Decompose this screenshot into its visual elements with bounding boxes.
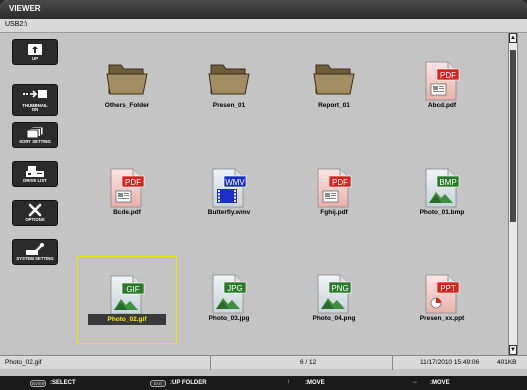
file-name-label: Others_Folder: [104, 102, 150, 109]
file-name-label: Photo_03.jpg: [208, 315, 250, 322]
svg-text:PDF: PDF: [125, 178, 141, 187]
vertical-scrollbar[interactable]: ▲ ▼: [508, 33, 518, 355]
title-bar: VIEWER: [0, 0, 527, 19]
file-name-label: Presen_01: [212, 102, 246, 109]
folder-icon: [207, 61, 251, 102]
file-name-label: Presen_xx.ppt: [419, 315, 465, 322]
svg-text:WMV: WMV: [225, 178, 245, 187]
help-bar: ENTER :SELECT EXIT :UP FOLDER ↕ :MOVE ↔ …: [0, 376, 527, 390]
file-item[interactable]: BMP Photo_01.bmp: [392, 150, 492, 238]
main-area: UP THUMBNAIL ON SORT SETTING DRIVE LIST OPTI…: [0, 33, 527, 355]
file-name-label: Butterfly.wmv: [207, 209, 251, 216]
sidebar-system-label: SYSTEM SETTING: [16, 256, 54, 262]
system-wrench-icon: [13, 242, 57, 255]
sidebar-drive-label: DRIVE LIST: [23, 178, 47, 184]
svg-text:PDF: PDF: [332, 178, 348, 187]
sort-stack-icon: [13, 126, 57, 138]
svg-text:PNG: PNG: [331, 284, 348, 293]
wmv-file-icon: WMV: [211, 168, 247, 213]
png-file-icon: PNG: [316, 274, 352, 319]
file-item[interactable]: GIF Photo_02.gif: [77, 256, 177, 344]
sidebar-system-button[interactable]: SYSTEM SETTING: [12, 239, 58, 265]
sidebar-sort-label: SORT SETTING: [19, 139, 51, 145]
pdf-file-icon: PDF: [316, 168, 352, 213]
sidebar-thumbnail-label: THUMBNAIL ON: [22, 102, 48, 113]
file-name-label: Abcd.pdf: [427, 102, 457, 109]
file-name-label: Fghij.pdf: [320, 209, 348, 216]
svg-text:PDF: PDF: [440, 71, 456, 80]
file-name-label: Photo_02.gif: [88, 314, 166, 325]
file-item[interactable]: WMV Butterfly.wmv: [179, 150, 279, 238]
folder-item[interactable]: Report_01: [284, 43, 384, 131]
sidebar-thumbnail-button[interactable]: THUMBNAIL ON: [12, 84, 58, 116]
svg-text:BMP: BMP: [439, 178, 456, 187]
updown-arrow-icon: ↕: [287, 379, 290, 385]
path-bar: USB2:\: [0, 19, 527, 33]
sidebar-sort-button[interactable]: SORT SETTING: [12, 122, 58, 148]
up-folder-icon: [13, 43, 57, 55]
enter-key-icon: ENTER: [30, 380, 46, 387]
leftright-arrow-icon: ↔: [412, 379, 418, 385]
folder-icon: [312, 61, 356, 102]
scroll-down-button[interactable]: ▼: [509, 345, 517, 355]
help-up-folder-text: :UP FOLDER: [170, 380, 207, 386]
file-item[interactable]: PPT Presen_xx.ppt: [392, 256, 492, 344]
viewer-screen: VIEWER USB2:\ UP THUMBNAIL ON SORT SETTING…: [0, 0, 527, 390]
jpg-file-icon: JPG: [211, 274, 247, 319]
status-size: 401KB: [497, 359, 517, 366]
help-move-text: :MOVE: [305, 380, 325, 386]
status-timestamp: 11/17/2010 15:49:06: [420, 359, 480, 366]
file-item[interactable]: PDF Bcde.pdf: [77, 150, 177, 238]
status-bar: Photo_02.gif 6 / 12 11/17/2010 15:49:06 …: [0, 355, 527, 370]
status-position: 6 / 12: [300, 359, 317, 366]
folder-item[interactable]: Others_Folder: [77, 43, 177, 131]
current-path: USB2:\: [5, 21, 28, 28]
sidebar-options-label: OPTIONS: [25, 217, 45, 223]
folder-icon: [105, 61, 149, 102]
folder-item[interactable]: Presen_01: [179, 43, 279, 131]
svg-text:GIF: GIF: [126, 285, 139, 294]
file-item[interactable]: PNG Photo_04.png: [284, 256, 384, 344]
scroll-up-button[interactable]: ▲: [509, 33, 517, 43]
sidebar-up-label: UP: [32, 56, 38, 62]
file-item[interactable]: PDF Abcd.pdf: [392, 43, 492, 131]
file-name-label: Bcde.pdf: [113, 209, 141, 216]
file-name-label: Photo_01.bmp: [419, 209, 465, 216]
file-name-label: Photo_04.png: [312, 315, 356, 322]
help-move-text: :MOVE: [430, 380, 450, 386]
ppt-file-icon: PPT: [424, 274, 460, 319]
pdf-file-icon: PDF: [109, 168, 145, 213]
scroll-thumb[interactable]: [510, 50, 516, 222]
svg-text:JPG: JPG: [227, 284, 243, 293]
status-divider: [392, 356, 393, 370]
file-name-label: Report_01: [318, 102, 350, 109]
window-title: VIEWER: [9, 4, 41, 13]
help-select-text: :SELECT: [50, 380, 76, 386]
thumbnail-toggle-icon: [13, 88, 57, 100]
file-item[interactable]: PDF Fghij.pdf: [284, 150, 384, 238]
sidebar-up-button[interactable]: UP: [12, 39, 58, 65]
bmp-file-icon: BMP: [424, 168, 460, 213]
drive-list-icon: [13, 165, 57, 177]
status-divider: [210, 356, 211, 370]
sidebar-drive-button[interactable]: DRIVE LIST: [12, 161, 58, 187]
exit-key-icon: EXIT: [150, 380, 166, 387]
sidebar-options-button[interactable]: OPTIONS: [12, 200, 58, 226]
status-filename: Photo_02.gif: [5, 359, 42, 366]
pdf-file-icon: PDF: [424, 61, 460, 106]
tools-icon: [13, 203, 57, 217]
file-item[interactable]: JPG Photo_03.jpg: [179, 256, 279, 344]
svg-text:PPT: PPT: [440, 284, 456, 293]
